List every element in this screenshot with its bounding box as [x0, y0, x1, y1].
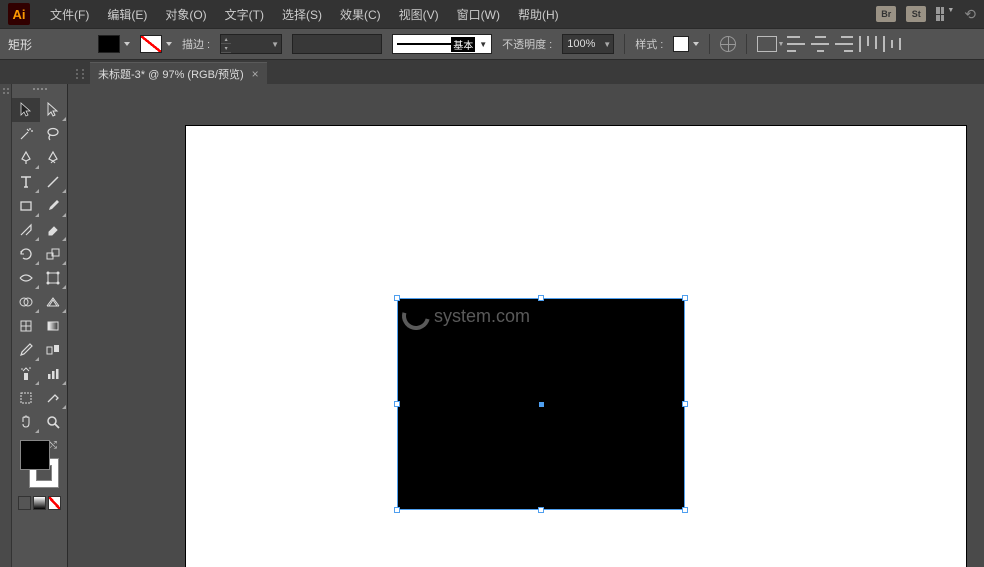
canvas-area[interactable]: system.com — [68, 84, 984, 567]
graphic-style-dropdown[interactable] — [673, 36, 699, 52]
opacity-label: 不透明度 : — [502, 36, 552, 52]
menu-object[interactable]: 对象(O) — [157, 2, 214, 27]
bridge-icon[interactable]: Br — [876, 6, 896, 22]
menu-window[interactable]: 窗口(W) — [449, 2, 508, 27]
color-mode-icon[interactable] — [18, 496, 31, 510]
style-label: 样式 : — [635, 36, 663, 52]
menu-help[interactable]: 帮助(H) — [510, 2, 567, 27]
eraser-tool[interactable] — [40, 218, 68, 242]
brush-definition-dropdown[interactable]: 基本 ▼ — [392, 34, 492, 54]
rotate-tool[interactable] — [12, 242, 40, 266]
free-transform-tool[interactable] — [40, 266, 68, 290]
document-tab[interactable]: 未标题-3* @ 97% (RGB/预览) × — [90, 62, 267, 84]
stock-icon[interactable]: St — [906, 6, 926, 22]
column-graph-tool[interactable] — [40, 362, 68, 386]
align-left-icon[interactable] — [787, 36, 805, 52]
rectangle-tool[interactable] — [12, 194, 40, 218]
tools-panel: ⤭ — [12, 84, 68, 567]
document-tab-bar: 未标题-3* @ 97% (RGB/预览) × — [0, 60, 984, 84]
align-to-icon[interactable]: ▼ — [757, 36, 777, 52]
align-center-h-icon[interactable] — [811, 36, 829, 52]
hand-tool[interactable] — [12, 410, 40, 434]
fill-swatch[interactable] — [20, 440, 50, 470]
fill-stroke-control[interactable]: ⤭ — [20, 440, 59, 488]
opacity-input[interactable]: ▼ — [562, 34, 614, 54]
app-logo-icon: Ai — [8, 3, 30, 25]
slice-tool[interactable] — [40, 386, 68, 410]
mesh-tool[interactable] — [12, 314, 40, 338]
type-tool[interactable] — [12, 170, 40, 194]
stroke-swatch-control[interactable] — [140, 35, 172, 53]
tab-grip-icon[interactable] — [76, 64, 86, 84]
close-tab-icon[interactable]: × — [252, 67, 259, 81]
gradient-tool[interactable] — [40, 314, 68, 338]
variable-width-profile-dropdown[interactable] — [292, 34, 382, 54]
recolor-artwork-icon[interactable] — [720, 36, 736, 52]
menu-type[interactable]: 文字(T) — [217, 2, 272, 27]
menu-bar: Ai 文件(F) 编辑(E) 对象(O) 文字(T) 选择(S) 效果(C) 视… — [0, 0, 984, 28]
brush-label: 基本 — [451, 37, 475, 52]
menu-effect[interactable]: 效果(C) — [332, 2, 389, 27]
align-center-v-icon[interactable] — [883, 36, 901, 52]
selected-rectangle[interactable] — [398, 299, 684, 509]
width-tool[interactable] — [12, 266, 40, 290]
selection-tool[interactable] — [12, 98, 40, 122]
stroke-label: 描边 : — [182, 36, 210, 52]
align-right-icon[interactable] — [835, 36, 853, 52]
opacity-field[interactable] — [563, 38, 601, 50]
blend-tool[interactable] — [40, 338, 68, 362]
shape-builder-tool[interactable] — [12, 290, 40, 314]
eyedropper-tool[interactable] — [12, 338, 40, 362]
gradient-mode-icon[interactable] — [33, 496, 46, 510]
magic-wand-tool[interactable] — [12, 122, 40, 146]
scale-tool[interactable] — [40, 242, 68, 266]
direct-selection-tool[interactable] — [40, 98, 68, 122]
menu-file[interactable]: 文件(F) — [42, 2, 97, 27]
artboard-tool[interactable] — [12, 386, 40, 410]
control-bar: 矩形 描边 : ▴▾ ▼ 基本 ▼ 不透明度 : ▼ 样式 : ▼ — [0, 28, 984, 60]
fill-swatch-control[interactable] — [98, 35, 130, 53]
menu-view[interactable]: 视图(V) — [391, 2, 447, 27]
document-tab-title: 未标题-3* @ 97% (RGB/预览) — [98, 66, 244, 82]
zoom-tool[interactable] — [40, 410, 68, 434]
symbol-sprayer-tool[interactable] — [12, 362, 40, 386]
sync-icon[interactable]: ⟲ — [964, 6, 976, 23]
swap-fill-stroke-icon[interactable]: ⤭ — [49, 440, 57, 451]
menu-select[interactable]: 选择(S) — [274, 2, 330, 27]
selection-type-label: 矩形 — [8, 36, 88, 53]
line-segment-tool[interactable] — [40, 170, 68, 194]
arrange-documents-icon[interactable]: ▼ — [936, 7, 954, 21]
perspective-grid-tool[interactable] — [40, 290, 68, 314]
shaper-tool[interactable] — [12, 218, 40, 242]
align-top-icon[interactable] — [859, 36, 877, 52]
lasso-tool[interactable] — [40, 122, 68, 146]
stroke-weight-input[interactable]: ▴▾ ▼ — [220, 34, 282, 54]
pen-tool[interactable] — [12, 146, 40, 170]
none-mode-icon[interactable] — [48, 496, 61, 510]
panel-dock-grip[interactable] — [0, 84, 12, 567]
menu-edit[interactable]: 编辑(E) — [99, 2, 155, 27]
curvature-tool[interactable] — [40, 146, 68, 170]
paintbrush-tool[interactable] — [40, 194, 68, 218]
stroke-weight-field[interactable] — [231, 38, 269, 50]
